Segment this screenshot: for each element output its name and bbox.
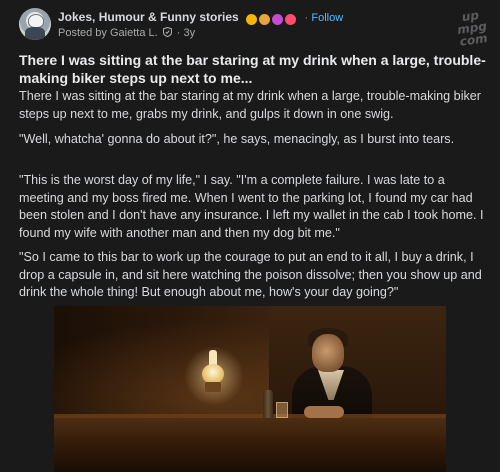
post-paragraph-1: There I was sitting at the bar staring a… (19, 88, 489, 123)
man-head (312, 334, 344, 372)
group-line: Jokes, Humour & Funny stories · Follow (58, 10, 343, 26)
avatar-face (28, 14, 44, 28)
post-paragraph-4: "So I came to this bar to work up the co… (19, 249, 489, 302)
lamp-base (205, 382, 221, 392)
paragraph-text: "So I came to this bar to work up the co… (19, 250, 482, 299)
follow-button[interactable]: Follow (311, 12, 343, 24)
group-avatar[interactable] (19, 8, 51, 40)
laughing-emoji-icon (246, 14, 258, 26)
cat-emoji-icon (259, 14, 271, 26)
watermark-line-3: com (458, 31, 489, 49)
party-emoji-icon (272, 14, 284, 26)
post-age: · 3y (176, 27, 196, 39)
separator-dot: · (304, 10, 309, 24)
watermark-logo: up mpg com (450, 7, 495, 49)
posted-by[interactable]: Posted by Gaietta L. (58, 27, 158, 39)
glass-icon (276, 402, 288, 418)
paragraph-text: "Well, whatcha' gonna do about it?", he … (19, 132, 455, 146)
grin-emoji-icon (285, 14, 297, 26)
man-hands (304, 406, 344, 418)
paragraph-text: There I was sitting at the bar staring a… (19, 89, 481, 121)
shield-icon (162, 27, 172, 37)
group-emojis (246, 12, 298, 26)
post-title[interactable]: There I was sitting at the bar staring a… (19, 51, 487, 87)
post-paragraph-2: "Well, whatcha' gonna do about it?", he … (19, 131, 489, 149)
post-image[interactable] (54, 306, 446, 472)
group-name[interactable]: Jokes, Humour & Funny stories (58, 10, 239, 24)
post-meta: Posted by Gaietta L. · 3y (58, 27, 195, 39)
post-header: Jokes, Humour & Funny stories · Follow Po… (0, 0, 500, 49)
bar-table (54, 418, 446, 472)
oil-lamp-icon (202, 364, 224, 384)
post-paragraph-3: "This is the worst day of my life," I sa… (19, 172, 489, 242)
paragraph-text: "This is the worst day of my life," I sa… (19, 173, 484, 240)
avatar-body (25, 27, 45, 40)
bottle-icon (263, 390, 273, 418)
